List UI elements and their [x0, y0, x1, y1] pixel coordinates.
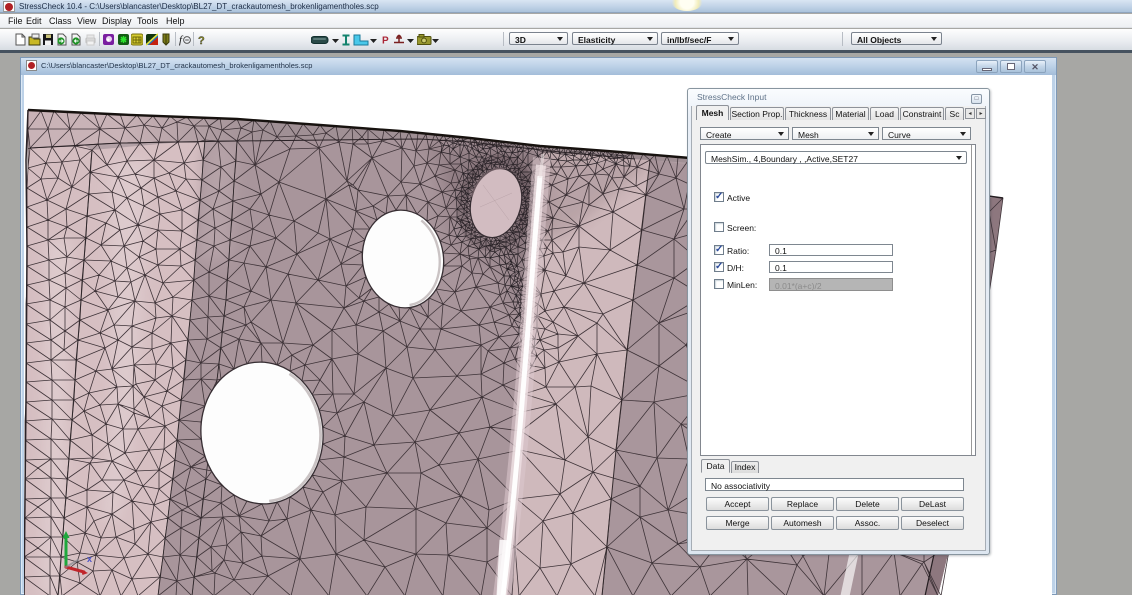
svg-text:?: ? — [198, 35, 205, 46]
svg-text:x: x — [87, 554, 92, 564]
svg-text:P: P — [382, 36, 389, 47]
